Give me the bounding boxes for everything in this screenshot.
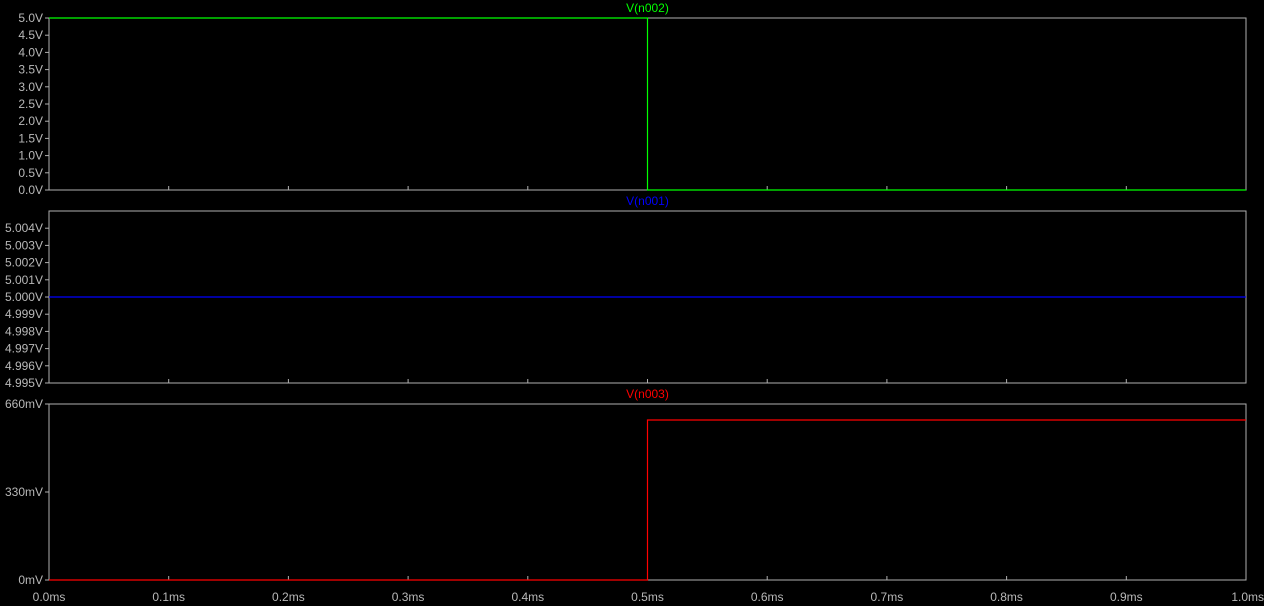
x-tick-label: 0.7ms: [871, 590, 904, 604]
x-tick-label: 0.2ms: [272, 590, 305, 604]
trace-title: V(n002): [626, 1, 669, 15]
waveform-plot: V(n002) 0.0V 0.5V 1.0V 1.5V 2.0V 2.5V 3.0V 3.5V 4…: [5, 1, 1264, 604]
x-tick-label: 0.6ms: [751, 590, 784, 604]
y-tick-label: 3.5V: [18, 63, 43, 77]
trace-line: [49, 17, 1246, 191]
y-tick-label: 5.002V: [5, 256, 43, 270]
y-tick-label: 4.999V: [5, 307, 43, 321]
x-tick-label: 0.1ms: [152, 590, 185, 604]
x-tick-label: 0.8ms: [990, 590, 1023, 604]
y-tick-label: 3.0V: [18, 80, 43, 94]
y-tick-label: 4.997V: [5, 342, 43, 356]
y-tick-label: 2.5V: [18, 97, 43, 111]
y-tick-label: 1.0V: [18, 149, 43, 163]
x-tick-label: 0.0ms: [33, 590, 66, 604]
y-tick-label: 5.003V: [5, 238, 43, 252]
y-tick-label: 4.0V: [18, 45, 43, 59]
x-tick-label: 0.4ms: [511, 590, 544, 604]
y-tick-label: 5.0V: [18, 11, 43, 25]
trace-title: V(n001): [626, 194, 669, 208]
y-tick-label: 4.996V: [5, 359, 43, 373]
y-tick-label: 5.001V: [5, 273, 43, 287]
y-tick-label: 2.0V: [18, 114, 43, 128]
y-tick-label: 4.998V: [5, 324, 43, 338]
trace-line: [49, 419, 1246, 581]
y-tick-label: 330mV: [5, 485, 43, 499]
x-tick-label: 0.5ms: [631, 590, 664, 604]
x-tick-label: 0.9ms: [1110, 590, 1143, 604]
trace-title: V(n003): [626, 387, 669, 401]
y-tick-label: 0.5V: [18, 166, 43, 180]
y-tick-label: 660mV: [5, 397, 43, 411]
y-tick-label: 4.995V: [5, 376, 43, 390]
x-tick-label: 1.0ms: [1231, 590, 1264, 604]
y-tick-label: 0mV: [18, 573, 43, 587]
y-tick-label: 4.5V: [18, 28, 43, 42]
y-tick-label: 0.0V: [18, 183, 43, 197]
x-tick-label: 0.3ms: [392, 590, 425, 604]
y-tick-label: 5.004V: [5, 221, 43, 235]
y-tick-label: 5.000V: [5, 290, 43, 304]
y-tick-label: 1.5V: [18, 131, 43, 145]
